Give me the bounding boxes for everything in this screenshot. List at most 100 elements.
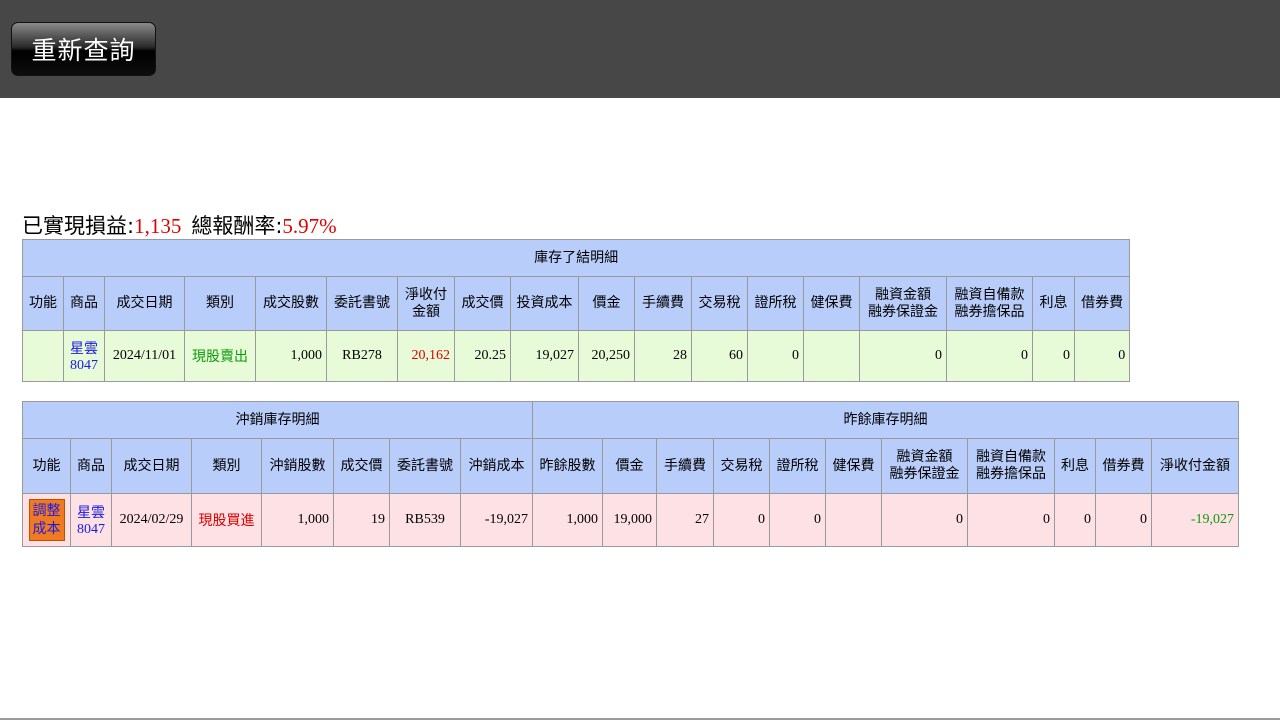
cell-offset-shares: 1,000 bbox=[261, 493, 334, 547]
cell-price: 19 bbox=[333, 493, 390, 547]
cell-fee: 28 bbox=[634, 330, 692, 382]
col-self-fund: 融資自備款 融券擔保品 bbox=[946, 276, 1033, 331]
col-tax: 交易稅 bbox=[713, 438, 770, 494]
cell-order-no: RB278 bbox=[326, 330, 398, 382]
col-net-amount-line2: 金額 bbox=[412, 303, 440, 320]
cell-function bbox=[22, 330, 64, 382]
cell-net-amount: -19,027 bbox=[1150, 493, 1240, 547]
cell-securities-tax: 0 bbox=[769, 493, 826, 547]
adjust-cost-line1[interactable]: 調整 bbox=[33, 503, 61, 519]
cell-self-fund: 0 bbox=[967, 493, 1055, 547]
cell-lending-fee: 0 bbox=[1073, 330, 1131, 382]
requery-button[interactable]: 重新查詢 bbox=[11, 22, 156, 76]
col-margin-amount-line2: 融券保證金 bbox=[868, 303, 938, 320]
adjust-cost-button[interactable]: 調整 成本 bbox=[28, 499, 65, 541]
col-cost: 投資成本 bbox=[510, 276, 579, 331]
col-margin-amount-line1: 融資金額 bbox=[875, 286, 931, 303]
cell-function: 調整 成本 bbox=[22, 493, 71, 547]
cell-price: 20.25 bbox=[454, 330, 511, 382]
cell-shares: 1,000 bbox=[255, 330, 327, 382]
col-margin-amount-line2: 融券保證金 bbox=[889, 466, 960, 482]
col-interest: 利息 bbox=[1054, 438, 1096, 494]
cell-health-fee bbox=[825, 493, 882, 547]
col-price: 成交價 bbox=[333, 438, 390, 494]
table-row: 調整成本 星雲 8047 2024/02/29 現股買進 1,000 19 RB5… bbox=[22, 493, 1240, 547]
product-code[interactable]: 8047 bbox=[77, 522, 105, 537]
cell-order-no: RB539 bbox=[389, 493, 461, 547]
cell-lending-fee: 0 bbox=[1095, 493, 1152, 547]
profit-summary: 已實現損益:1,135 總報酬率:5.97% bbox=[22, 210, 337, 238]
col-securities-tax: 證所稅 bbox=[747, 276, 804, 331]
cell-tax: 60 bbox=[691, 330, 748, 382]
col-margin-amount: 融資金額 融券保證金 bbox=[881, 438, 968, 494]
cell-interest: 0 bbox=[1054, 493, 1096, 547]
product-code[interactable]: 8047 bbox=[70, 358, 98, 373]
cell-margin-amount: 0 bbox=[881, 493, 968, 547]
col-amount: 價金 bbox=[602, 438, 657, 494]
col-net-amount: 淨收付金額 bbox=[1150, 438, 1240, 494]
cell-self-fund: 0 bbox=[946, 330, 1033, 382]
col-product: 商品 bbox=[63, 276, 105, 331]
col-lending-fee: 借券費 bbox=[1095, 438, 1152, 494]
cell-tax: 0 bbox=[713, 493, 770, 547]
table-row: 星雲 8047 2024/11/01 現股賣出 1,000 RB278 20,16… bbox=[22, 330, 1131, 382]
col-health-fee: 健保費 bbox=[803, 276, 860, 331]
remaining-detail-title: 昨餘庫存明細 bbox=[531, 401, 1240, 439]
col-offset-cost: 沖銷成本 bbox=[460, 438, 533, 494]
col-trade-date: 成交日期 bbox=[104, 276, 185, 331]
col-self-fund-line2: 融券擔保品 bbox=[976, 466, 1046, 482]
col-function: 功能 bbox=[22, 438, 71, 494]
col-shares: 成交股數 bbox=[255, 276, 327, 331]
offset-detail-table: 沖銷庫存明細 昨餘庫存明細 功能 商品 成交日期 類別 沖銷股數 成交價 委託書… bbox=[22, 401, 1240, 547]
col-net-amount: 淨收付金額 bbox=[397, 276, 455, 331]
col-interest: 利息 bbox=[1032, 276, 1075, 331]
realized-pl-value: 1,135 bbox=[134, 214, 182, 238]
col-health-fee: 健保費 bbox=[825, 438, 882, 494]
col-order-no: 委託書號 bbox=[389, 438, 461, 494]
cell-amount: 19,000 bbox=[602, 493, 657, 547]
adjust-cost-line2[interactable]: 成本 bbox=[33, 521, 61, 537]
col-offset-shares: 沖銷股數 bbox=[261, 438, 334, 494]
cell-fee: 27 bbox=[656, 493, 714, 547]
col-tax: 交易稅 bbox=[691, 276, 748, 331]
offset-detail-header-row: 功能 商品 成交日期 類別 沖銷股數 成交價 委託書號 沖銷成本 昨餘股數 價金… bbox=[22, 438, 1240, 494]
col-type: 類別 bbox=[184, 276, 256, 331]
cell-amount: 20,250 bbox=[578, 330, 635, 382]
cell-type: 現股賣出 bbox=[184, 330, 256, 382]
cell-interest: 0 bbox=[1032, 330, 1075, 382]
col-function: 功能 bbox=[22, 276, 64, 331]
col-fee: 手續費 bbox=[634, 276, 692, 331]
col-type: 類別 bbox=[191, 438, 262, 494]
col-self-fund-line2: 融券擔保品 bbox=[954, 303, 1025, 320]
cell-product[interactable]: 星雲 8047 bbox=[63, 330, 105, 382]
col-product: 商品 bbox=[70, 438, 112, 494]
col-net-amount-line1: 淨收付 bbox=[405, 286, 447, 303]
col-margin-amount: 融資金額 融券保證金 bbox=[859, 276, 947, 331]
cell-product[interactable]: 星雲 8047 bbox=[70, 493, 112, 547]
cell-margin-amount: 0 bbox=[859, 330, 947, 382]
cell-type: 現股買進 bbox=[191, 493, 262, 547]
col-trade-date: 成交日期 bbox=[111, 438, 192, 494]
product-name[interactable]: 星雲 bbox=[77, 505, 105, 521]
cell-remaining-shares: 1,000 bbox=[532, 493, 603, 547]
col-margin-amount-line1: 融資金額 bbox=[896, 449, 953, 465]
col-amount: 價金 bbox=[578, 276, 635, 331]
col-self-fund: 融資自備款 融券擔保品 bbox=[967, 438, 1055, 494]
cell-cost: 19,027 bbox=[510, 330, 579, 382]
top-toolbar: 重新查詢 bbox=[0, 0, 1280, 98]
cell-health-fee bbox=[803, 330, 860, 382]
realized-pl-label: 已實現損益: bbox=[22, 214, 135, 238]
offset-detail-title: 沖銷庫存明細 bbox=[22, 401, 533, 439]
cell-trade-date: 2024/02/29 bbox=[111, 493, 192, 547]
col-self-fund-line1: 融資自備款 bbox=[954, 286, 1025, 303]
cell-offset-cost: -19,027 bbox=[460, 493, 533, 547]
col-order-no: 委託書號 bbox=[326, 276, 398, 331]
col-lending-fee: 借券費 bbox=[1073, 276, 1131, 331]
col-self-fund-line1: 融資自備款 bbox=[976, 449, 1046, 465]
cell-trade-date: 2024/11/01 bbox=[104, 330, 185, 382]
closed-detail-header-row: 功能 商品 成交日期 類別 成交股數 委託書號 淨收付 金額 成交價 投資成本 價… bbox=[22, 276, 1131, 331]
col-remaining-shares: 昨餘股數 bbox=[532, 438, 603, 494]
cell-securities-tax: 0 bbox=[747, 330, 804, 382]
product-name[interactable]: 星雲 bbox=[70, 341, 98, 357]
closed-detail-title: 庫存了結明細 bbox=[21, 239, 1131, 277]
